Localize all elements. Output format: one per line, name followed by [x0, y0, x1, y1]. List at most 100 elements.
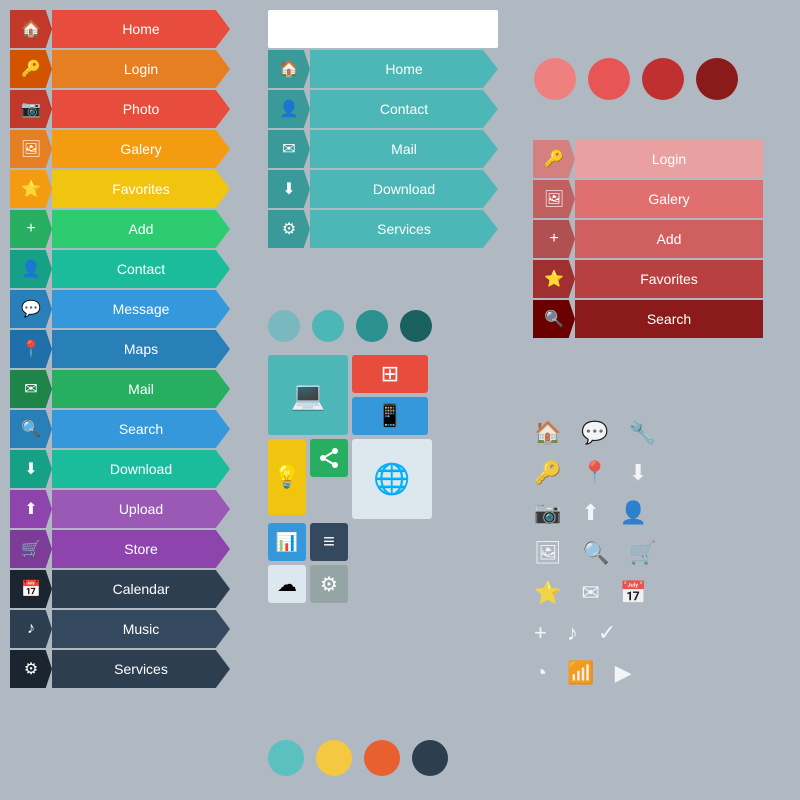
- tile-phone: 📱: [352, 397, 428, 435]
- swatch-teal-4: [400, 310, 432, 342]
- center-icon-home: 🏠: [279, 59, 299, 79]
- red-label: Galery: [575, 180, 763, 218]
- red-label: Add: [575, 220, 763, 258]
- menu-icon-favorites: ⭐: [21, 179, 41, 199]
- icon-cart: 🛒: [629, 540, 656, 566]
- icon-mail: ✉: [581, 580, 599, 606]
- icon-wifi: 📶: [567, 660, 594, 686]
- red-icon-add: +: [549, 230, 558, 248]
- swatch-2: [588, 58, 630, 100]
- red-label: Search: [575, 300, 763, 338]
- left-menu-item-galery[interactable]: 🖼 Galery: [10, 130, 230, 168]
- menu-label: Upload: [52, 490, 230, 528]
- center-icon-services: ⚙: [282, 219, 296, 239]
- icon-download: ⬇: [629, 460, 647, 486]
- menu-icon-store: 🛒: [21, 539, 41, 559]
- swatch-4: [696, 58, 738, 100]
- swatch-b2: [316, 740, 352, 776]
- icon-tools: 🔧: [629, 420, 656, 446]
- left-menu-item-upload[interactable]: ⬆ Upload: [10, 490, 230, 528]
- center-label: Contact: [310, 90, 498, 128]
- center-menu-item-contact[interactable]: 👤 Contact: [268, 90, 498, 128]
- tile-laptop: 💻: [268, 355, 348, 435]
- swatch-teal-3: [356, 310, 388, 342]
- center-menu-item-download[interactable]: ⬇ Download: [268, 170, 498, 208]
- swatch-1: [534, 58, 576, 100]
- menu-label: Home: [52, 10, 230, 48]
- center-menu-item-home[interactable]: 🏠 Home: [268, 50, 498, 88]
- red-menu-item-galery[interactable]: 🖼 Galery: [533, 180, 763, 218]
- swatch-b1: [268, 740, 304, 776]
- icon-pin: 📍: [581, 460, 608, 486]
- red-menu-item-favorites[interactable]: ⭐ Favorites: [533, 260, 763, 298]
- swatch-teal-1: [268, 310, 300, 342]
- tile-grid: 💻 ⊞ 📱 💡 🌐 📊 ≡ ☁ ⚙: [268, 355, 508, 603]
- menu-label: Maps: [52, 330, 230, 368]
- left-menu-item-search[interactable]: 🔍 Search: [10, 410, 230, 448]
- menu-icon-search: 🔍: [21, 419, 41, 439]
- menu-label: Message: [52, 290, 230, 328]
- menu-icon-maps: 📍: [21, 339, 41, 359]
- left-menu-item-services[interactable]: ⚙ Services: [10, 650, 230, 688]
- menu-icon-music: ♪: [27, 620, 35, 638]
- red-menu-item-search[interactable]: 🔍 Search: [533, 300, 763, 338]
- menu-label: Mail: [52, 370, 230, 408]
- menu-label: Photo: [52, 90, 230, 128]
- left-menu-item-photo[interactable]: 📷 Photo: [10, 90, 230, 128]
- menu-label: Contact: [52, 250, 230, 288]
- center-icon-contact: 👤: [279, 99, 299, 119]
- menu-label: Login: [52, 50, 230, 88]
- menu-label: Store: [52, 530, 230, 568]
- red-menu-item-login[interactable]: 🔑 Login: [533, 140, 763, 178]
- tile-globe: 🌐: [352, 439, 432, 519]
- left-menu-item-favorites[interactable]: ⭐ Favorites: [10, 170, 230, 208]
- icon-star: ⭐: [534, 580, 561, 606]
- menu-label: Galery: [52, 130, 230, 168]
- icon-music: ♪: [567, 620, 578, 646]
- menu-label: Music: [52, 610, 230, 648]
- icon-user: 👤: [620, 500, 647, 526]
- center-menu: 🏠 Home 👤 Contact ✉ Mail ⬇ Download ⚙ Ser…: [268, 10, 498, 250]
- icon-search: 🔍: [582, 540, 609, 566]
- center-icon-mail: ✉: [282, 139, 295, 159]
- left-menu-item-contact[interactable]: 👤 Contact: [10, 250, 230, 288]
- swatch-b4: [412, 740, 448, 776]
- red-icon-favorites: ⭐: [544, 269, 564, 289]
- center-label: Services: [310, 210, 498, 248]
- center-menu-item-mail[interactable]: ✉ Mail: [268, 130, 498, 168]
- tile-grid-icon: ⊞: [352, 355, 428, 393]
- icon-pie: ◔: [534, 660, 547, 686]
- center-label: Mail: [310, 130, 498, 168]
- red-icon-galery: 🖼: [544, 189, 564, 209]
- center-menu-item-services[interactable]: ⚙ Services: [268, 210, 498, 248]
- tile-bulb: 💡: [268, 439, 306, 515]
- left-menu-item-message[interactable]: 💬 Message: [10, 290, 230, 328]
- menu-icon-calendar: 📅: [21, 579, 41, 599]
- swatch-teal-2: [312, 310, 344, 342]
- tile-cloud: ☁: [268, 565, 306, 603]
- menu-icon-photo: 📷: [21, 99, 41, 119]
- left-menu-item-maps[interactable]: 📍 Maps: [10, 330, 230, 368]
- tile-gear: ⚙: [310, 565, 348, 603]
- left-menu-item-home[interactable]: 🏠 Home: [10, 10, 230, 48]
- left-menu-item-calendar[interactable]: 📅 Calendar: [10, 570, 230, 608]
- left-menu-item-add[interactable]: + Add: [10, 210, 230, 248]
- red-menu: 🔑 Login 🖼 Galery + Add ⭐ Favorites 🔍 Sea…: [533, 140, 763, 340]
- menu-icon-login: 🔑: [21, 59, 41, 79]
- left-menu-item-mail[interactable]: ✉ Mail: [10, 370, 230, 408]
- menu-icon-contact: 👤: [21, 259, 41, 279]
- menu-label: Add: [52, 210, 230, 248]
- left-menu-item-download[interactable]: ⬇ Download: [10, 450, 230, 488]
- icon-home: 🏠: [534, 420, 561, 446]
- red-menu-item-add[interactable]: + Add: [533, 220, 763, 258]
- icon-play: ▶: [615, 660, 632, 686]
- red-label: Favorites: [575, 260, 763, 298]
- left-menu-item-store[interactable]: 🛒 Store: [10, 530, 230, 568]
- menu-icon-upload: ⬆: [24, 499, 37, 519]
- left-menu-item-login[interactable]: 🔑 Login: [10, 50, 230, 88]
- menu-icon-home: 🏠: [21, 19, 41, 39]
- icon-plus: +: [534, 620, 547, 646]
- swatch-3: [642, 58, 684, 100]
- left-menu-item-music[interactable]: ♪ Music: [10, 610, 230, 648]
- left-menu: 🏠 Home 🔑 Login 📷 Photo 🖼 Galery ⭐ Favori…: [10, 10, 230, 690]
